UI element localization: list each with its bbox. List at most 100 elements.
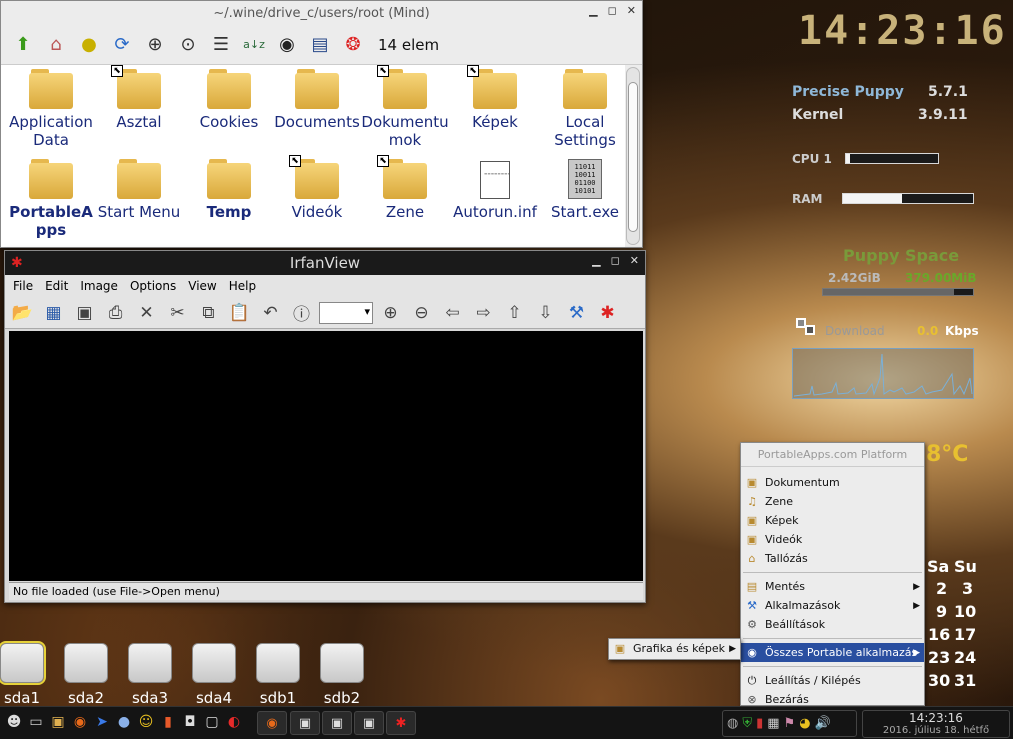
drive-sdb2[interactable]: sdb2 [318, 643, 366, 707]
cut-icon[interactable]: ✂ [164, 299, 191, 326]
screenshot-icon[interactable]: ▢ [202, 711, 222, 733]
menu-edit[interactable]: Edit [45, 279, 68, 293]
select-icon[interactable]: ▤ [306, 31, 334, 59]
image-canvas[interactable] [9, 331, 643, 581]
zoom-fit-icon[interactable]: ⊙ [174, 31, 202, 59]
menu-dog-icon[interactable]: ☻ [4, 711, 24, 733]
save-icon[interactable]: ▣ [71, 299, 98, 326]
file-manager-window[interactable]: ~/.wine/drive_c/users/root (Mind) ▁ ◻ ✕ … [0, 0, 643, 248]
delete-icon[interactable]: ✕ [133, 299, 160, 326]
irfanview-cat-icon[interactable]: ✱ [594, 299, 621, 326]
chip-icon[interactable]: ▦ [767, 716, 779, 731]
file-item[interactable]: ⬉ Asztal [95, 65, 183, 131]
zoom-combo[interactable] [319, 301, 373, 324]
first-icon[interactable]: ⇧ [501, 299, 528, 326]
file-item[interactable]: ⬉ Képek [451, 65, 539, 131]
drives-icon[interactable]: ▭ [26, 711, 46, 733]
file-manager-icon[interactable]: ▣ [48, 711, 68, 733]
up-icon[interactable]: ⬆ [9, 31, 37, 59]
open-icon[interactable]: 📂 [9, 299, 36, 326]
task-window-2[interactable]: ▣ [322, 711, 352, 735]
file-manager-titlebar[interactable]: ~/.wine/drive_c/users/root (Mind) ▁ ◻ ✕ [1, 1, 642, 25]
help-icon[interactable]: ❂ [339, 31, 367, 59]
menu-item-alkalmazasok[interactable]: ⚒ Alkalmazások ▶ [741, 596, 924, 615]
camera-icon[interactable]: ◘ [180, 711, 200, 733]
menu-item-mentes[interactable]: ▤ Mentés ▶ [741, 577, 924, 596]
file-item[interactable]: Cookies [185, 65, 273, 131]
undo-icon[interactable]: ↶ [257, 299, 284, 326]
next-icon[interactable]: ⇨ [470, 299, 497, 326]
file-item[interactable]: ⬉ Zene [361, 155, 449, 221]
file-item[interactable]: Local Settings [541, 65, 629, 149]
menu-file[interactable]: File [13, 279, 33, 293]
shield-icon[interactable]: ⛨ [742, 716, 752, 731]
zoom-in-icon[interactable]: ⊕ [377, 299, 404, 326]
menu-view[interactable]: View [188, 279, 216, 293]
email-icon[interactable]: ➤ [92, 711, 112, 733]
drive-sda1[interactable]: sda1 [0, 641, 46, 707]
drive-sda2[interactable]: sda2 [62, 643, 110, 707]
menu-image[interactable]: Image [80, 279, 118, 293]
firewall-icon[interactable]: ▮ [756, 716, 763, 731]
file-item[interactable]: Start Menu [95, 155, 183, 221]
task-window-1[interactable]: ▣ [290, 711, 320, 735]
volume-icon[interactable]: 🔊 [815, 716, 831, 731]
menu-item-tallozas[interactable]: ⌂ Tallózás [741, 549, 924, 568]
info-icon[interactable]: ⓘ [288, 299, 315, 326]
settings-icon[interactable]: ⚒ [563, 299, 590, 326]
drive-sdb1[interactable]: sdb1 [254, 643, 302, 707]
task-firefox[interactable]: ◉ [257, 711, 287, 735]
minimize-button[interactable]: ▁ [592, 254, 600, 267]
network-tray-icon[interactable]: ◍ [727, 716, 738, 731]
menu-item-beallitasok[interactable]: ⚙ Beállítások [741, 615, 924, 634]
zoom-out-icon[interactable]: ⊖ [408, 299, 435, 326]
file-item[interactable]: PortableA pps [7, 155, 95, 239]
thumbnails-icon[interactable]: ▦ [40, 299, 67, 326]
sort-icon[interactable]: a↓z [240, 31, 268, 59]
file-item[interactable]: ≡≡≡≡≡≡≡≡≡≡≡≡≡≡≡≡≡≡≡≡≡≡≡≡≡≡≡≡≡≡≡≡≡≡≡ Autor… [451, 155, 539, 221]
taskbar-clock[interactable]: 14:23:16 2016. július 18. hétfő [862, 710, 1010, 738]
menu-item-videok[interactable]: ▣ Videók [741, 530, 924, 549]
close-button[interactable]: ✕ [627, 4, 636, 17]
task-window-3[interactable]: ▣ [354, 711, 384, 735]
details-icon[interactable]: ☰ [207, 31, 235, 59]
home-icon[interactable]: ⌂ [42, 31, 70, 59]
last-icon[interactable]: ⇩ [532, 299, 559, 326]
paint-icon[interactable]: ▮ [158, 711, 178, 733]
show-hidden-icon[interactable]: ◉ [273, 31, 301, 59]
previous-icon[interactable]: ⇦ [439, 299, 466, 326]
irfanview-titlebar[interactable]: ✱ IrfanView ▁ ◻ ✕ [5, 251, 645, 275]
menu-help[interactable]: Help [229, 279, 256, 293]
file-item[interactable]: Documents [273, 65, 361, 131]
file-item[interactable]: ⬉ Dokumentu mok [361, 65, 449, 149]
copy-icon[interactable]: ⧉ [195, 299, 222, 326]
maximize-button[interactable]: ◻ [608, 4, 617, 17]
file-item[interactable]: 11011 10011 01100 10101 Start.exe [541, 155, 629, 221]
menu-item-grafika[interactable]: ▣ Grafika és képek ▶ [609, 639, 740, 658]
battery-icon[interactable]: ◕ [799, 716, 810, 731]
media-icon[interactable]: ◐ [224, 711, 244, 733]
print-icon[interactable]: ⎙ [102, 299, 129, 326]
menu-item-dokumentum[interactable]: ▣ Dokumentum [741, 473, 924, 492]
menu-item-leallitas[interactable]: ⏻ Leállítás / Kilépés [741, 671, 924, 690]
file-grid-scrollbar[interactable] [626, 67, 640, 245]
paste-icon[interactable]: 📋 [226, 299, 253, 326]
menu-item-zene[interactable]: ♫ Zene [741, 492, 924, 511]
maximize-button[interactable]: ◻ [611, 254, 620, 267]
update-icon[interactable]: ⚑ [784, 716, 796, 731]
minimize-button[interactable]: ▁ [589, 4, 597, 17]
browser-icon[interactable]: ● [114, 711, 134, 733]
chat-icon[interactable]: ☺ [136, 711, 156, 733]
menu-options[interactable]: Options [130, 279, 176, 293]
file-item[interactable]: ⬉ Videók [273, 155, 361, 221]
irfanview-window[interactable]: ✱ IrfanView ▁ ◻ ✕ File Edit Image Option… [4, 250, 646, 603]
file-item[interactable]: Temp [185, 155, 273, 221]
drive-sda4[interactable]: sda4 [190, 643, 238, 707]
task-irfanview[interactable]: ✱ [386, 711, 416, 735]
drive-sda3[interactable]: sda3 [126, 643, 174, 707]
zoom-in-icon[interactable]: ⊕ [141, 31, 169, 59]
menu-item-osszes-portable[interactable]: ◉ Összes Portable alkalmazás ▶ [741, 643, 924, 662]
bookmark-icon[interactable]: ● [75, 31, 103, 59]
firefox-icon[interactable]: ◉ [70, 711, 90, 733]
menu-item-kepek[interactable]: ▣ Képek [741, 511, 924, 530]
